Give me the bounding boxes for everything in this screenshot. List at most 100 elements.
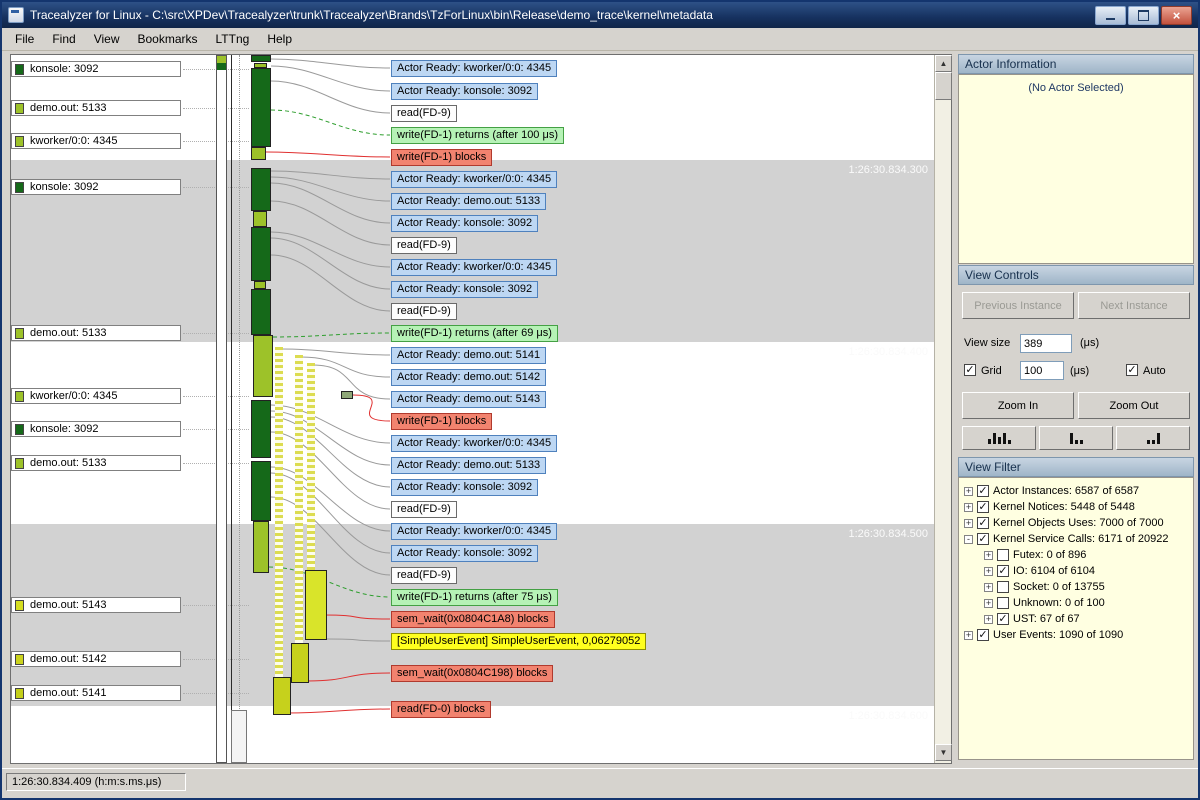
zoom-in-button[interactable]: Zoom In [962,392,1074,419]
expand-toggle-icon[interactable]: + [984,583,993,592]
menu-file[interactable]: File [6,29,43,49]
event-label-return[interactable]: write(FD-1) returns (after 100 μs) [391,127,564,144]
filter-item[interactable]: +User Events: 1090 of 1090 [964,627,1193,643]
next-instance-button[interactable]: Next Instance [1078,292,1190,319]
menu-lttng[interactable]: LTTng [207,29,259,49]
menu-view[interactable]: View [85,29,129,49]
filter-item[interactable]: +Socket: 0 of 13755 [984,579,1193,595]
scroll-up-button[interactable]: ▲ [935,55,952,72]
execution-bar[interactable] [253,521,269,573]
event-label-call[interactable]: read(FD-9) [391,501,457,518]
event-label-user[interactable]: [SimpleUserEvent] SimpleUserEvent, 0,062… [391,633,646,650]
actor-label[interactable]: konsole: 3092 [11,61,181,77]
view-size-input[interactable] [1020,334,1072,353]
actor-label[interactable]: konsole: 3092 [11,421,181,437]
filter-item[interactable]: -Kernel Service Calls: 6171 of 20922 [964,531,1193,547]
execution-bar[interactable] [341,391,353,399]
actor-label[interactable]: kworker/0:0: 4345 [11,133,181,149]
menu-find[interactable]: Find [43,29,84,49]
auto-checkbox[interactable] [1126,364,1138,376]
expand-toggle-icon[interactable]: - [964,535,973,544]
event-label-ready[interactable]: Actor Ready: demo.out: 5142 [391,369,546,386]
event-label-block[interactable]: read(FD-0) blocks [391,701,491,718]
event-label-call[interactable]: read(FD-9) [391,567,457,584]
filter-checkbox[interactable] [977,533,989,545]
menu-bookmarks[interactable]: Bookmarks [128,29,206,49]
execution-bar[interactable] [251,289,271,335]
actor-label[interactable]: demo.out: 5133 [11,100,181,116]
menu-help[interactable]: Help [258,29,301,49]
filter-item[interactable]: +UST: 67 of 67 [984,611,1193,627]
minimize-button[interactable] [1095,6,1126,25]
execution-bar[interactable] [251,461,271,521]
event-label-ready[interactable]: Actor Ready: kworker/0:0: 4345 [391,523,557,540]
title-bar[interactable]: Tracealyzer for Linux - C:\src\XPDev\Tra… [2,2,1198,28]
execution-bar[interactable] [251,168,271,211]
actor-label[interactable]: kworker/0:0: 4345 [11,388,181,404]
trace-vertical-scrollbar[interactable]: ▲ ▼ [934,55,951,763]
event-label-ready[interactable]: Actor Ready: konsole: 3092 [391,83,538,100]
filter-item[interactable]: +Actor Instances: 6587 of 6587 [964,483,1193,499]
event-label-block[interactable]: write(FD-1) blocks [391,149,492,166]
event-label-block[interactable]: write(FD-1) blocks [391,413,492,430]
actor-label[interactable]: demo.out: 5143 [11,597,181,613]
event-label-ready[interactable]: Actor Ready: kworker/0:0: 4345 [391,259,557,276]
expand-toggle-icon[interactable]: + [984,551,993,560]
expand-toggle-icon[interactable]: + [964,503,973,512]
expand-toggle-icon[interactable]: + [964,519,973,528]
align-top-view-button[interactable] [1039,426,1113,450]
expand-toggle-icon[interactable]: + [984,567,993,576]
event-label-return[interactable]: write(FD-1) returns (after 69 μs) [391,325,558,342]
actor-label[interactable]: demo.out: 5133 [11,325,181,341]
actor-label[interactable]: konsole: 3092 [11,179,181,195]
execution-bar[interactable] [251,400,271,458]
expand-toggle-icon[interactable]: + [984,599,993,608]
event-label-ready[interactable]: Actor Ready: demo.out: 5133 [391,193,546,210]
close-button[interactable]: × [1161,6,1192,25]
event-label-ready[interactable]: Actor Ready: kworker/0:0: 4345 [391,60,557,77]
previous-instance-button[interactable]: Previous Instance [962,292,1074,319]
execution-bar[interactable] [273,677,291,715]
execution-bar[interactable] [251,147,266,160]
event-label-ready[interactable]: Actor Ready: demo.out: 5141 [391,347,546,364]
filter-checkbox[interactable] [997,613,1009,625]
scroll-down-button[interactable]: ▼ [935,744,952,761]
event-label-block[interactable]: sem_wait(0x0804C1A8) blocks [391,611,555,628]
filter-item[interactable]: +Unknown: 0 of 100 [984,595,1193,611]
filter-item[interactable]: +Futex: 0 of 896 [984,547,1193,563]
execution-bar[interactable] [253,211,267,227]
filter-item[interactable]: +Kernel Objects Uses: 7000 of 7000 [964,515,1193,531]
event-label-block[interactable]: sem_wait(0x0804C198) blocks [391,665,553,682]
actor-label[interactable]: demo.out: 5142 [11,651,181,667]
event-label-ready[interactable]: Actor Ready: kworker/0:0: 4345 [391,435,557,452]
execution-bar[interactable] [251,68,271,147]
execution-bar[interactable] [305,570,327,640]
execution-bar[interactable] [254,281,266,289]
event-label-ready[interactable]: Actor Ready: kworker/0:0: 4345 [391,171,557,188]
event-label-ready[interactable]: Actor Ready: demo.out: 5133 [391,457,546,474]
execution-bar[interactable] [253,335,273,397]
filter-checkbox[interactable] [997,549,1009,561]
event-label-ready[interactable]: Actor Ready: demo.out: 5143 [391,391,546,408]
maximize-button[interactable] [1128,6,1159,25]
actor-label[interactable]: demo.out: 5141 [11,685,181,701]
event-label-ready[interactable]: Actor Ready: konsole: 3092 [391,281,538,298]
event-label-ready[interactable]: Actor Ready: konsole: 3092 [391,215,538,232]
event-label-call[interactable]: read(FD-9) [391,237,457,254]
filter-item[interactable]: +IO: 6104 of 6104 [984,563,1193,579]
filter-item[interactable]: +Kernel Notices: 5448 of 5448 [964,499,1193,515]
align-bottom-view-button[interactable] [1116,426,1190,450]
event-label-ready[interactable]: Actor Ready: konsole: 3092 [391,479,538,496]
execution-bar[interactable] [251,227,271,281]
trace-fragments-view-button[interactable] [962,426,1036,450]
event-label-return[interactable]: write(FD-1) returns (after 75 μs) [391,589,558,606]
grid-checkbox[interactable] [964,364,976,376]
event-label-call[interactable]: read(FD-9) [391,105,457,122]
filter-checkbox[interactable] [997,597,1009,609]
filter-checkbox[interactable] [997,565,1009,577]
execution-bar[interactable] [291,643,309,683]
zoom-out-button[interactable]: Zoom Out [1078,392,1190,419]
expand-toggle-icon[interactable]: + [964,487,973,496]
filter-checkbox[interactable] [977,485,989,497]
trace-canvas[interactable]: 1:26:30.834.3001:26:30.834.4001:26:30.83… [11,55,934,763]
